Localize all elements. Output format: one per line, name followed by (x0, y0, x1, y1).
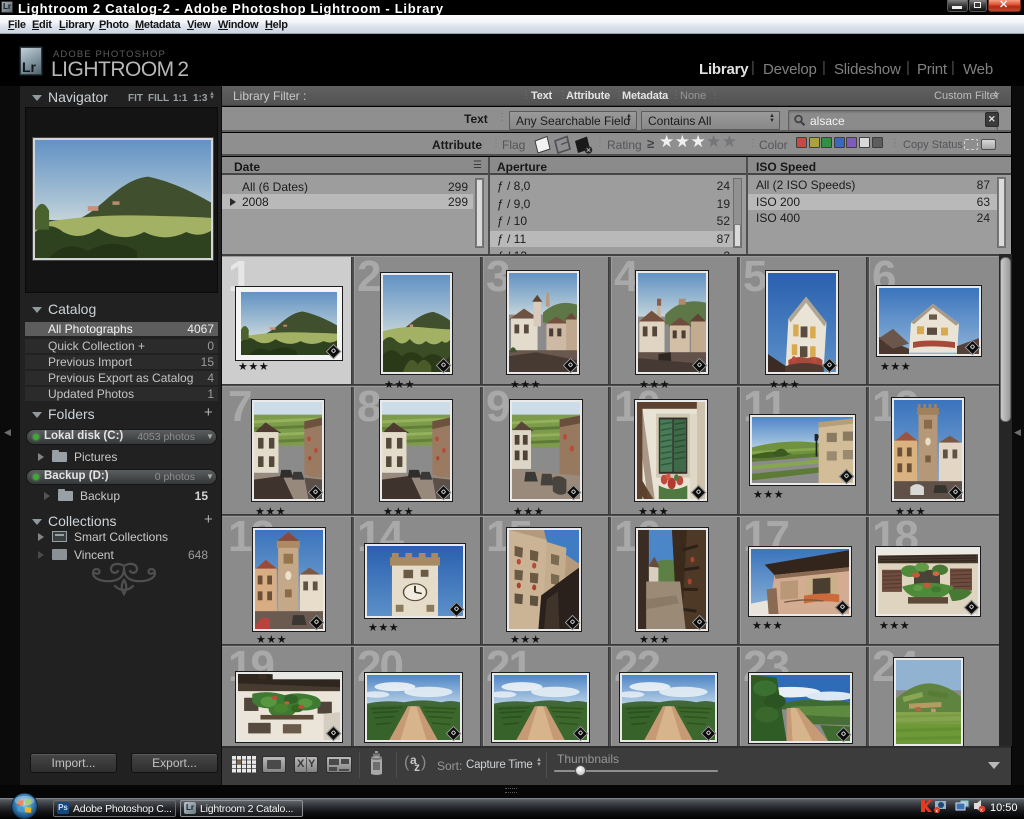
svg-text:x: x (980, 808, 983, 813)
